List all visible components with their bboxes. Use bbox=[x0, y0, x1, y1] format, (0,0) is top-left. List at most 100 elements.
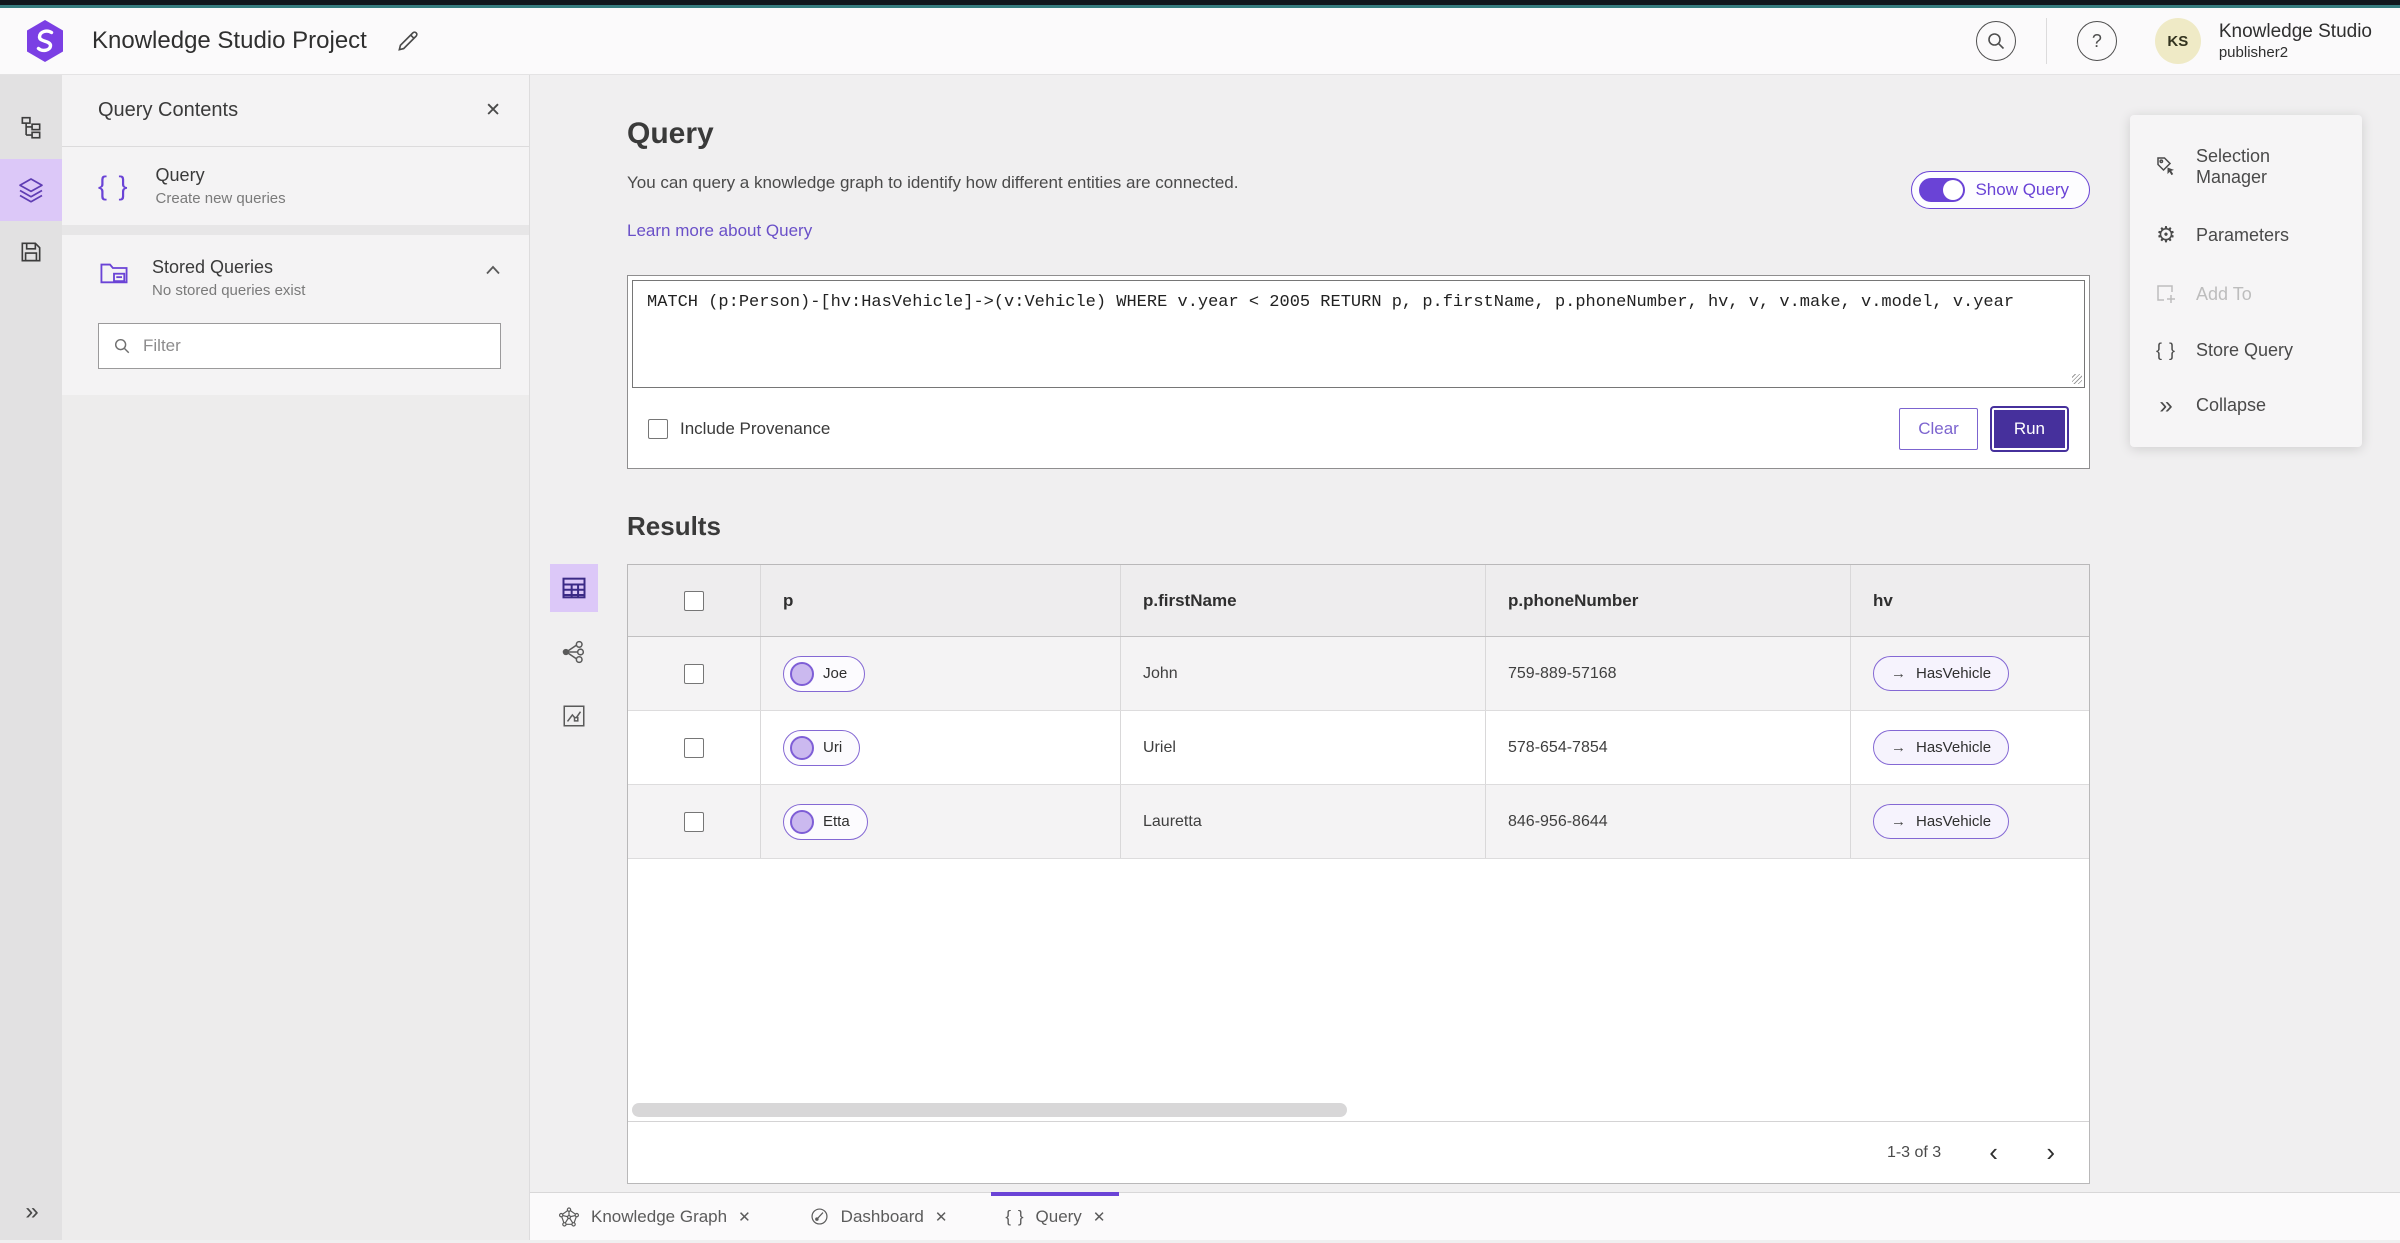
query-textarea[interactable]: MATCH (p:Person)-[hv:HasVehicle]->(v:Veh… bbox=[632, 280, 2085, 388]
cell-firstname: Lauretta bbox=[1143, 812, 1202, 830]
chart-view-button[interactable] bbox=[550, 692, 598, 740]
filter-field bbox=[98, 323, 501, 369]
user-block[interactable]: Knowledge Studio publisher2 bbox=[2219, 20, 2372, 63]
tab-dashboard[interactable]: Dashboard ✕ bbox=[795, 1193, 962, 1240]
store-query-button[interactable]: { } Store Query bbox=[2130, 323, 2362, 378]
entity-pill[interactable]: Joe bbox=[783, 655, 866, 692]
rail-save-button[interactable] bbox=[0, 221, 62, 283]
bottom-tab-bar: Knowledge Graph ✕ Dashboard ✕ { } Query … bbox=[530, 1192, 2400, 1240]
row-checkbox[interactable] bbox=[684, 811, 704, 832]
show-query-label: Show Query bbox=[1975, 180, 2069, 199]
tab-knowledge-graph[interactable]: Knowledge Graph ✕ bbox=[544, 1193, 765, 1240]
rail-expand-button[interactable]: » bbox=[0, 1198, 62, 1226]
parameters-button[interactable]: ⚙ Parameters bbox=[2130, 205, 2362, 265]
close-icon[interactable]: ✕ bbox=[738, 1208, 751, 1226]
selection-manager-label: Selection Manager bbox=[2196, 146, 2271, 187]
table-empty-area bbox=[628, 859, 2089, 1101]
panel-close-button[interactable]: ✕ bbox=[485, 99, 501, 122]
relationship-pill[interactable]: → HasVehicle bbox=[1873, 804, 2010, 839]
horizontal-scrollbar bbox=[630, 1101, 2087, 1119]
query-editor: MATCH (p:Person)-[hv:HasVehicle]->(v:Veh… bbox=[627, 275, 2090, 469]
layers-icon bbox=[19, 178, 43, 203]
gear-icon: ⚙ bbox=[2156, 222, 2176, 247]
learn-more-link[interactable]: Learn more about Query bbox=[627, 221, 812, 241]
filter-input[interactable] bbox=[143, 336, 486, 356]
include-provenance-label: Include Provenance bbox=[680, 419, 831, 438]
rail-data-model-button[interactable] bbox=[0, 97, 62, 159]
project-title: Knowledge Studio Project bbox=[92, 27, 367, 54]
entity-pill[interactable]: Etta bbox=[783, 803, 868, 840]
panel-title: Query Contents bbox=[98, 99, 239, 121]
graph-view-button[interactable] bbox=[550, 628, 598, 676]
table-view-button[interactable] bbox=[550, 564, 598, 612]
close-icon[interactable]: ✕ bbox=[935, 1208, 948, 1226]
help-icon: ? bbox=[2091, 30, 2102, 51]
scrollbar-thumb[interactable] bbox=[632, 1103, 1347, 1117]
tab-label: Dashboard bbox=[840, 1206, 924, 1226]
tab-label: Knowledge Graph bbox=[591, 1206, 728, 1226]
collapse-label: Collapse bbox=[2196, 395, 2267, 415]
previous-page-button[interactable]: ‹ bbox=[1985, 1139, 2002, 1165]
stored-queries-title: Stored Queries bbox=[152, 257, 274, 277]
rail-contents-button[interactable] bbox=[0, 159, 62, 221]
collapse-button[interactable]: » Collapse bbox=[2130, 378, 2362, 433]
row-checkbox[interactable] bbox=[684, 737, 704, 758]
clear-button[interactable]: Clear bbox=[1899, 408, 1978, 450]
tab-query[interactable]: { } Query ✕ bbox=[991, 1192, 1120, 1240]
add-to-button: Add To bbox=[2130, 265, 2362, 323]
show-query-toggle[interactable]: Show Query bbox=[1911, 171, 2090, 209]
entity-pill[interactable]: Uri bbox=[783, 729, 861, 766]
stored-collapse-button[interactable] bbox=[485, 265, 501, 275]
column-header-p[interactable]: p bbox=[761, 565, 1121, 636]
relationship-label: HasVehicle bbox=[1916, 665, 1992, 682]
close-icon: ✕ bbox=[485, 100, 501, 121]
cell-phonenumber: 759-889-57168 bbox=[1508, 664, 1617, 682]
next-page-button[interactable]: › bbox=[2042, 1139, 2059, 1165]
edit-title-button[interactable] bbox=[395, 28, 421, 54]
top-accent-strip bbox=[0, 0, 2400, 8]
panel-header: Query Contents ✕ bbox=[62, 75, 529, 147]
resize-handle-icon[interactable] bbox=[2072, 374, 2082, 384]
folder-icon bbox=[100, 263, 128, 284]
chevron-left-icon: ‹ bbox=[1989, 1137, 1998, 1167]
close-icon[interactable]: ✕ bbox=[1093, 1208, 1106, 1226]
entity-label: Uri bbox=[823, 739, 843, 756]
arrow-right-icon: → bbox=[1891, 813, 1906, 830]
select-all-checkbox[interactable] bbox=[684, 590, 704, 611]
toggle-on-icon bbox=[1919, 178, 1966, 202]
search-button[interactable] bbox=[1975, 21, 2016, 61]
app-header: Knowledge Studio Project ? KS Knowledge … bbox=[0, 8, 2400, 75]
relationship-pill[interactable]: → HasVehicle bbox=[1873, 656, 2010, 691]
table-row: Uri Uriel 578-654-7854 → HasVehicle bbox=[628, 711, 2089, 785]
stored-queries-header[interactable]: Stored Queries No stored queries exist bbox=[98, 257, 501, 299]
column-header-phonenumber[interactable]: p.phoneNumber bbox=[1486, 565, 1851, 636]
sidebar-item-query[interactable]: { } Query Create new queries bbox=[62, 147, 529, 225]
panel-section-gap bbox=[62, 225, 529, 235]
column-header-hv[interactable]: hv bbox=[1851, 565, 2089, 636]
query-item-subtitle: Create new queries bbox=[155, 190, 286, 207]
user-role: publisher2 bbox=[2218, 43, 2289, 61]
relationship-pill[interactable]: → HasVehicle bbox=[1873, 730, 2010, 765]
user-name: Knowledge Studio bbox=[2218, 20, 2372, 42]
pagination-info: 1-3 of 3 bbox=[1886, 1143, 1942, 1161]
left-rail: » bbox=[0, 75, 62, 1240]
row-checkbox[interactable] bbox=[684, 663, 704, 684]
arrow-right-icon: → bbox=[1891, 665, 1906, 682]
entity-label: Etta bbox=[823, 813, 850, 830]
avatar[interactable]: KS bbox=[2154, 18, 2201, 64]
query-description: You can query a knowledge graph to ident… bbox=[627, 173, 1239, 192]
query-actions-panel: Selection Manager ⚙ Parameters Add To { … bbox=[2130, 115, 2362, 447]
cell-firstname: Uriel bbox=[1143, 738, 1176, 756]
run-button[interactable]: Run bbox=[1991, 408, 2067, 450]
table-row: Joe John 759-889-57168 → HasVehicle bbox=[628, 637, 2089, 711]
results-view-tools bbox=[550, 564, 627, 1184]
help-button[interactable]: ? bbox=[2076, 21, 2117, 61]
column-header-firstname[interactable]: p.firstName bbox=[1121, 565, 1486, 636]
page-title: Query bbox=[627, 117, 714, 150]
active-tab-indicator bbox=[991, 1192, 1120, 1196]
store-query-label: Store Query bbox=[2196, 340, 2294, 360]
arrow-right-icon: → bbox=[1891, 739, 1906, 756]
chevron-right-icon: › bbox=[2046, 1137, 2055, 1167]
include-provenance-checkbox[interactable] bbox=[648, 419, 668, 439]
selection-manager-button[interactable]: Selection Manager bbox=[2130, 129, 2362, 205]
